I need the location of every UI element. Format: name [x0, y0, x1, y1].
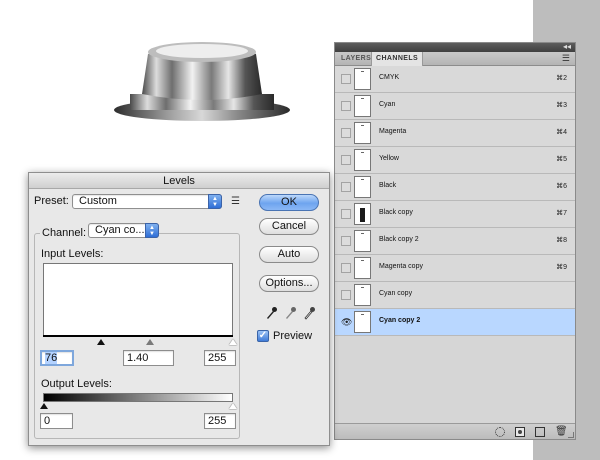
visibility-toggle[interactable]: [341, 74, 351, 84]
gray-eyedropper-icon[interactable]: [283, 306, 297, 320]
channel-shortcut: ⌘8: [556, 237, 567, 244]
channel-label: Yellow: [379, 155, 399, 162]
channel-thumbnail: [354, 230, 371, 252]
load-selection-icon[interactable]: [495, 427, 505, 437]
output-white-slider[interactable]: [229, 403, 237, 409]
input-black-field[interactable]: 76: [40, 350, 74, 366]
channel-label: Cyan copy 2: [379, 317, 421, 324]
collapse-icon[interactable]: ◂◂: [563, 42, 571, 52]
channel-row-black-copy[interactable]: Black copy ⌘7: [335, 201, 575, 228]
channel-shortcut: ⌘3: [556, 102, 567, 109]
channel-label: Black: [379, 182, 397, 189]
channel-row-cmyk[interactable]: CMYK ⌘2: [335, 66, 575, 93]
select-arrows-icon: ▲ ▼: [145, 223, 159, 238]
visibility-toggle[interactable]: [341, 128, 351, 138]
channel-shortcut: ⌘7: [556, 210, 567, 217]
channel-row-cyan-copy[interactable]: Cyan copy: [335, 282, 575, 309]
channel-shortcut: ⌘9: [556, 264, 567, 271]
visibility-toggle[interactable]: [341, 263, 351, 273]
visibility-toggle[interactable]: [341, 101, 351, 111]
tab-layers[interactable]: LAYERS: [337, 52, 375, 66]
channel-label: Magenta copy: [379, 263, 423, 270]
visibility-toggle[interactable]: [341, 209, 351, 219]
preset-select[interactable]: Custom ▲ ▼: [72, 194, 222, 209]
visibility-toggle[interactable]: [341, 182, 351, 192]
visibility-toggle[interactable]: [341, 290, 351, 300]
tab-channels[interactable]: CHANNELS: [371, 52, 424, 66]
output-black-field[interactable]: 0: [40, 413, 73, 429]
panel-titlebar[interactable]: ◂◂: [335, 42, 575, 52]
channel-row-black[interactable]: Black ⌘6: [335, 174, 575, 201]
channel-thumbnail: [354, 149, 371, 171]
channel-shortcut: ⌘6: [556, 183, 567, 190]
channel-shortcut: ⌘4: [556, 129, 567, 136]
channels-panel: ◂◂ LAYERS CHANNELS ☰ CMYK ⌘2 Cyan ⌘3 Mag…: [334, 42, 576, 440]
channel-label: Black copy: [379, 209, 413, 216]
options-button[interactable]: Options...: [259, 275, 319, 292]
preset-options-icon[interactable]: ☰: [231, 197, 240, 207]
channel-thumbnail: [354, 95, 371, 117]
channel-shortcut: ⌘5: [556, 156, 567, 163]
input-levels-label: Input Levels:: [41, 248, 104, 260]
channel-label: Cyan copy: [379, 290, 413, 297]
output-white-field[interactable]: 255: [204, 413, 236, 429]
output-levels-label: Output Levels:: [41, 378, 112, 390]
preview-label: Preview: [273, 330, 313, 342]
auto-button[interactable]: Auto: [259, 246, 319, 263]
preset-label: Preset:: [34, 195, 69, 207]
channel-thumbnail: [354, 68, 371, 90]
channel-value: Cyan co...: [95, 224, 145, 236]
channel-row-yellow[interactable]: Yellow ⌘5: [335, 147, 575, 174]
preview-checkbox[interactable]: ✓: [257, 330, 269, 342]
input-white-slider[interactable]: [229, 339, 237, 345]
black-eyedropper-icon[interactable]: [264, 306, 278, 320]
channel-label: Channel:: [40, 227, 89, 239]
panel-footer: 🗑: [335, 423, 575, 439]
channel-thumbnail: [354, 203, 371, 225]
visibility-toggle[interactable]: [341, 155, 351, 165]
histogram: [43, 263, 233, 336]
new-channel-icon[interactable]: [535, 427, 545, 437]
panel-menu-icon[interactable]: ☰: [562, 54, 570, 63]
channel-row-magenta[interactable]: Magenta ⌘4: [335, 120, 575, 147]
ok-button[interactable]: OK: [259, 194, 319, 211]
channel-label: CMYK: [379, 74, 400, 81]
channel-row-black-copy-2[interactable]: Black copy 2 ⌘8: [335, 228, 575, 255]
channel-thumbnail: [354, 176, 371, 198]
channel-shortcut: ⌘2: [556, 75, 567, 82]
channel-label: Cyan: [379, 101, 396, 108]
dialog-title[interactable]: Levels: [29, 173, 329, 189]
channel-row-cyan-copy-2[interactable]: 👁 Cyan copy 2: [335, 309, 575, 336]
eye-icon[interactable]: 👁: [341, 317, 352, 327]
input-black-slider[interactable]: [97, 339, 105, 345]
channel-thumbnail: [354, 284, 371, 306]
panel-tabs: LAYERS CHANNELS ☰: [335, 52, 575, 66]
input-white-field[interactable]: 255: [204, 350, 236, 366]
channel-label: Magenta: [379, 128, 407, 135]
channel-row-magenta-copy[interactable]: Magenta copy ⌘9: [335, 255, 575, 282]
channel-select[interactable]: Cyan co... ▲ ▼: [88, 223, 159, 238]
resize-grip-icon[interactable]: [568, 432, 574, 438]
input-gamma-slider[interactable]: [146, 339, 154, 345]
preset-value: Custom: [79, 195, 117, 207]
output-gradient-bar: [43, 393, 233, 402]
canvas-image-nut: [114, 42, 290, 121]
channel-list: CMYK ⌘2 Cyan ⌘3 Magenta ⌘4 Yellow ⌘5 Bla…: [335, 66, 575, 336]
white-eyedropper-icon[interactable]: [302, 306, 316, 320]
channel-label: Black copy 2: [379, 236, 419, 243]
channel-thumbnail: [354, 311, 371, 333]
output-black-slider[interactable]: [40, 403, 48, 409]
save-selection-icon[interactable]: [515, 427, 525, 437]
channel-thumbnail: [354, 122, 371, 144]
channel-row-cyan[interactable]: Cyan ⌘3: [335, 93, 575, 120]
cancel-button[interactable]: Cancel: [259, 218, 319, 235]
histogram-baseline: [43, 335, 233, 337]
channel-thumbnail: [354, 257, 371, 279]
trash-icon[interactable]: 🗑: [555, 427, 568, 437]
visibility-toggle[interactable]: [341, 236, 351, 246]
input-gamma-field[interactable]: 1.40: [123, 350, 174, 366]
select-arrows-icon: ▲ ▼: [208, 194, 222, 209]
